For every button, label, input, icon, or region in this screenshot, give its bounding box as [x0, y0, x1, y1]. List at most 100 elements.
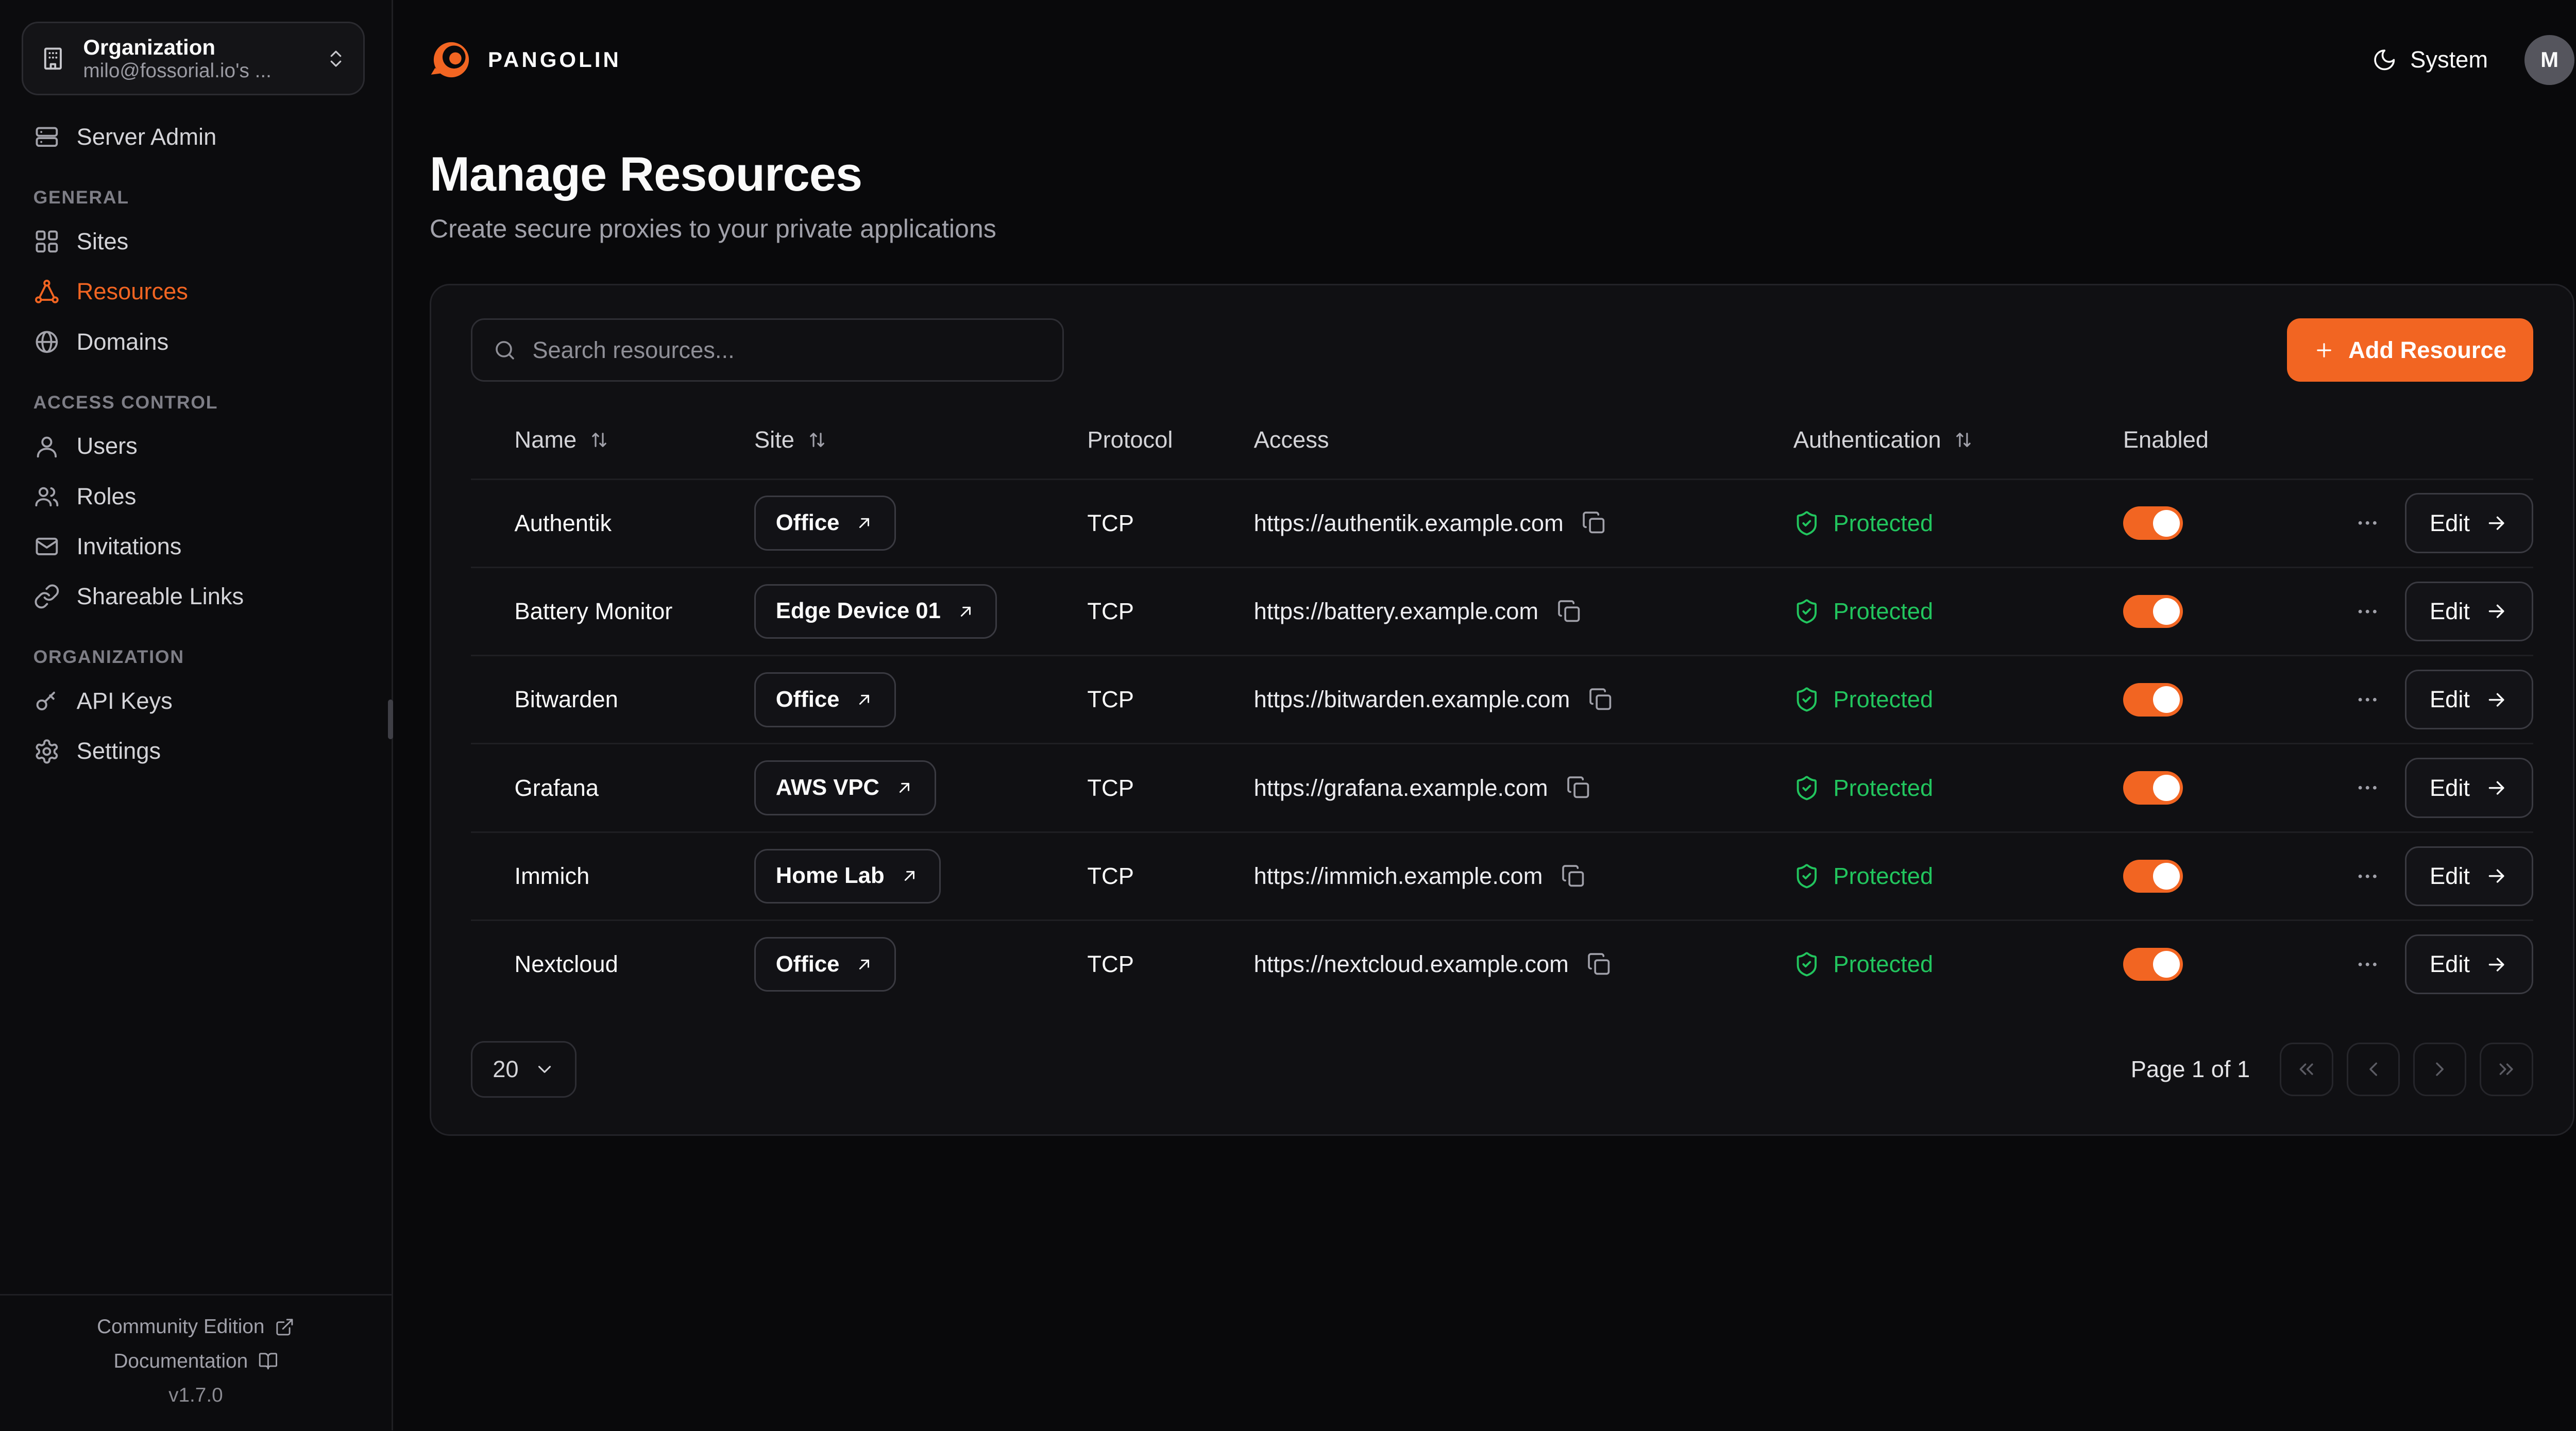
chevron-right-icon: [2428, 1058, 2451, 1081]
arrow-right-icon: [2485, 776, 2508, 799]
site-link-button[interactable]: Office: [754, 496, 896, 551]
pagination: Page 1 of 1: [2131, 1043, 2533, 1096]
copy-url-button[interactable]: [1566, 775, 1591, 800]
shield-check-icon: [1793, 951, 1820, 978]
sidebar-item-settings[interactable]: Settings: [20, 726, 371, 776]
row-menu-button[interactable]: [2355, 510, 2380, 535]
sidebar-item-api-keys[interactable]: API Keys: [20, 676, 371, 726]
resource-name: Battery Monitor: [515, 598, 754, 625]
site-link-button[interactable]: Edge Device 01: [754, 584, 997, 639]
row-menu-button[interactable]: [2355, 687, 2380, 712]
enabled-toggle[interactable]: [2123, 771, 2183, 805]
section-label-general: GENERAL: [33, 187, 359, 208]
shield-check-icon: [1793, 863, 1820, 890]
column-header-site[interactable]: Site: [754, 427, 1087, 453]
theme-toggle[interactable]: System: [2372, 46, 2488, 73]
row-menu-button[interactable]: [2355, 864, 2380, 889]
brand[interactable]: PANGOLIN: [430, 38, 621, 81]
ellipsis-icon: [2355, 510, 2380, 535]
enabled-toggle[interactable]: [2123, 683, 2183, 717]
arrow-up-right-icon: [854, 690, 874, 710]
org-selector[interactable]: Organization milo@fossorial.io's ...: [22, 22, 365, 95]
plus-icon: [2313, 339, 2335, 361]
resource-protocol: TCP: [1087, 863, 1253, 890]
copy-icon: [1587, 952, 1612, 977]
edit-button[interactable]: Edit: [2405, 493, 2533, 553]
enabled-toggle[interactable]: [2123, 506, 2183, 540]
sort-icon: [1953, 429, 1974, 451]
resource-name: Immich: [515, 863, 754, 890]
page-size-select[interactable]: 20: [471, 1041, 577, 1098]
sidebar-item-sites[interactable]: Sites: [20, 216, 371, 266]
site-link-button[interactable]: Home Lab: [754, 849, 941, 904]
copy-url-button[interactable]: [1588, 687, 1613, 712]
documentation-link[interactable]: Documentation: [113, 1350, 278, 1373]
org-texts: Organization milo@fossorial.io's ...: [83, 35, 272, 82]
copy-url-button[interactable]: [1557, 599, 1582, 624]
sidebar-item-roles[interactable]: Roles: [20, 471, 371, 521]
community-edition-link[interactable]: Community Edition: [97, 1316, 295, 1338]
search-box: [471, 318, 1064, 382]
sidebar-nav: Server Admin GENERAL Sites Resources Dom…: [0, 102, 392, 776]
prev-page-button[interactable]: [2347, 1043, 2400, 1096]
last-page-button[interactable]: [2480, 1043, 2533, 1096]
users-icon: [33, 483, 60, 510]
site-link-button[interactable]: AWS VPC: [754, 760, 936, 815]
table-header: Name Site Protocol Access Authentication…: [471, 402, 2533, 479]
sidebar-item-invitations[interactable]: Invitations: [20, 521, 371, 571]
avatar-initial: M: [2540, 47, 2558, 72]
sidebar-item-label: Settings: [77, 738, 161, 764]
copy-icon: [1588, 687, 1613, 712]
row-menu-button[interactable]: [2355, 775, 2380, 800]
page-size-value: 20: [493, 1056, 518, 1083]
add-resource-button[interactable]: Add Resource: [2287, 318, 2533, 382]
user-icon: [33, 433, 60, 460]
copy-url-button[interactable]: [1582, 510, 1606, 535]
enabled-toggle[interactable]: [2123, 948, 2183, 981]
resources-card: Add Resource Name Site Protocol Access A…: [430, 284, 2574, 1136]
sidebar-item-domains[interactable]: Domains: [20, 317, 371, 367]
sidebar-item-server-admin[interactable]: Server Admin: [20, 112, 371, 162]
first-page-button[interactable]: [2280, 1043, 2333, 1096]
sidebar-item-shareable-links[interactable]: Shareable Links: [20, 572, 371, 622]
resource-protocol: TCP: [1087, 775, 1253, 802]
sidebar-resize-handle[interactable]: [388, 700, 393, 740]
enabled-toggle[interactable]: [2123, 860, 2183, 893]
auth-status: Protected: [1833, 598, 1933, 625]
site-link-button[interactable]: Office: [754, 937, 896, 992]
shield-check-icon: [1793, 598, 1820, 625]
copy-url-button[interactable]: [1587, 952, 1612, 977]
toggle-knob: [2153, 863, 2180, 890]
row-menu-button[interactable]: [2355, 952, 2380, 977]
avatar[interactable]: M: [2524, 35, 2574, 85]
resource-name: Grafana: [515, 775, 754, 802]
row-menu-button[interactable]: [2355, 599, 2380, 624]
search-input[interactable]: [532, 337, 1042, 364]
table-row: Battery Monitor Edge Device 01 TCP https…: [471, 567, 2533, 655]
key-icon: [33, 688, 60, 714]
sidebar-item-resources[interactable]: Resources: [20, 267, 371, 317]
sort-icon: [588, 429, 610, 451]
edit-button[interactable]: Edit: [2405, 758, 2533, 817]
sidebar-item-label: Shareable Links: [77, 583, 244, 610]
next-page-button[interactable]: [2413, 1043, 2466, 1096]
table-row: Authentik Office TCP https://authentik.e…: [471, 479, 2533, 567]
edit-button[interactable]: Edit: [2405, 582, 2533, 641]
enabled-toggle[interactable]: [2123, 595, 2183, 628]
toggle-knob: [2153, 510, 2180, 537]
edit-label: Edit: [2430, 951, 2470, 978]
copy-url-button[interactable]: [1561, 864, 1586, 889]
column-header-name[interactable]: Name: [515, 427, 754, 453]
toggle-knob: [2153, 598, 2180, 625]
copy-icon: [1557, 599, 1582, 624]
sidebar-item-users[interactable]: Users: [20, 421, 371, 471]
edit-button[interactable]: Edit: [2405, 846, 2533, 906]
theme-label: System: [2410, 46, 2488, 73]
site-link-button[interactable]: Office: [754, 672, 896, 727]
column-header-authentication[interactable]: Authentication: [1793, 427, 2123, 453]
resource-name: Bitwarden: [515, 686, 754, 713]
globe-icon: [33, 329, 60, 355]
edit-button[interactable]: Edit: [2405, 670, 2533, 729]
edit-button[interactable]: Edit: [2405, 934, 2533, 994]
arrow-right-icon: [2485, 600, 2508, 623]
